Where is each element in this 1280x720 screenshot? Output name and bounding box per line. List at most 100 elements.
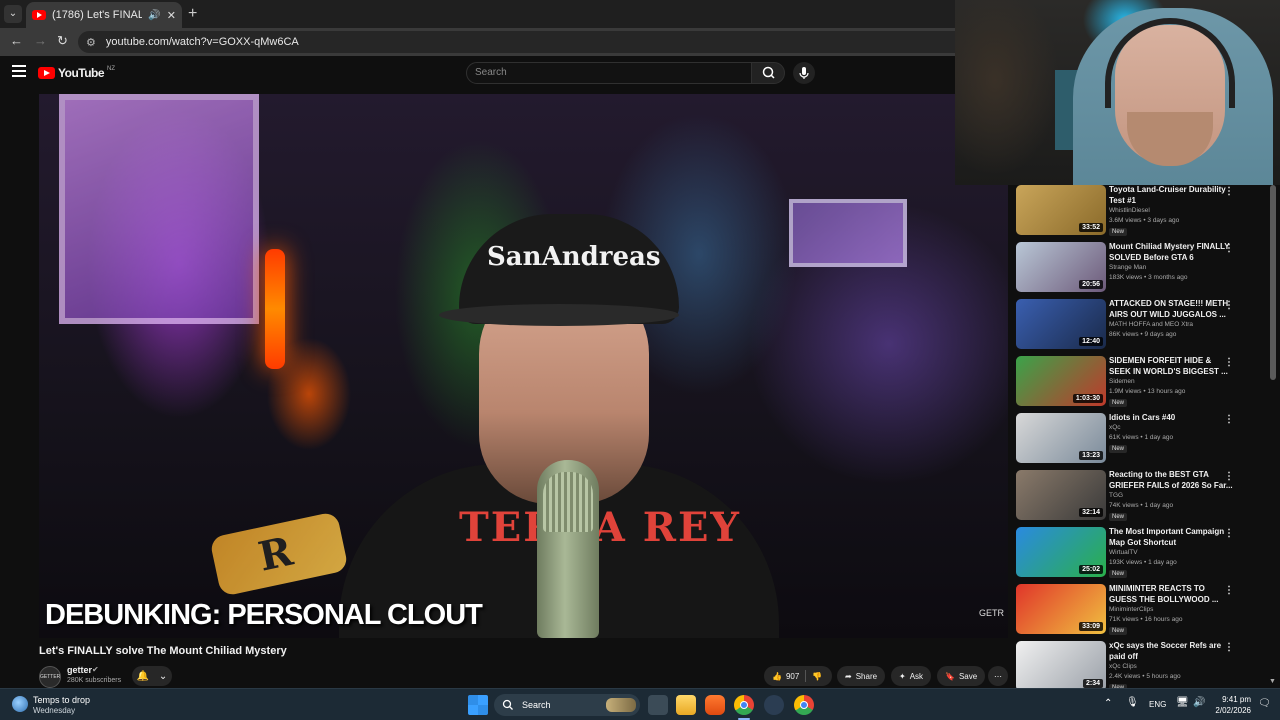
recommended-channel-name[interactable]: WirtualTV bbox=[1109, 549, 1138, 556]
more-options-icon[interactable]: ⋮ bbox=[1224, 243, 1234, 254]
video-thumbnail[interactable]: 2:34 bbox=[1016, 641, 1106, 688]
recommended-video[interactable]: 20:56 Mount Chiliad Mystery FINALLY SOLVE… bbox=[1015, 242, 1270, 294]
video-thumbnail[interactable]: 1:03:30 bbox=[1016, 356, 1106, 406]
video-thumbnail[interactable]: 20:56 bbox=[1016, 242, 1106, 292]
recommended-video-meta: 2.4K views • 5 hours ago bbox=[1109, 673, 1181, 680]
video-thumbnail[interactable]: 33:09 bbox=[1016, 584, 1106, 634]
recommended-channel-name[interactable]: Strange Man bbox=[1109, 264, 1146, 271]
ask-button[interactable]: ✦ Ask bbox=[891, 666, 932, 686]
recommended-channel-name[interactable]: xQc bbox=[1109, 424, 1121, 431]
rockstar-sign-letter: R bbox=[254, 527, 297, 581]
scroll-down-icon[interactable]: ▼ bbox=[1269, 678, 1276, 685]
recommended-channel-name[interactable]: MiniminterClips bbox=[1109, 606, 1153, 613]
recommended-video-title[interactable]: ATTACKED ON STAGE!!! METH AIRS OUT WILD … bbox=[1109, 299, 1234, 320]
new-badge: New bbox=[1109, 513, 1128, 521]
chrome-icon[interactable] bbox=[734, 695, 754, 715]
recommended-channel-name[interactable]: xQc Clips bbox=[1109, 663, 1137, 670]
more-options-icon[interactable]: ⋮ bbox=[1224, 585, 1234, 596]
brave-browser-icon[interactable] bbox=[705, 695, 725, 715]
more-options-icon[interactable]: ⋮ bbox=[1224, 528, 1234, 539]
recommended-video-title[interactable]: SIDEMEN FORFEIT HIDE & SEEK IN WORLD'S B… bbox=[1109, 356, 1234, 377]
new-tab-button[interactable]: + bbox=[188, 5, 197, 23]
subscribed-notification-button[interactable]: 🔔 ⌄ bbox=[132, 666, 172, 686]
tab-close-icon[interactable]: ✕ bbox=[167, 9, 176, 22]
more-options-icon[interactable]: ⋮ bbox=[1224, 471, 1234, 482]
recommended-video[interactable]: 12:40 ATTACKED ON STAGE!!! METH AIRS OUT … bbox=[1015, 299, 1270, 351]
share-button[interactable]: ➦ Share bbox=[837, 666, 886, 686]
microphone-icon bbox=[799, 67, 809, 79]
chevron-up-icon[interactable]: ⌃ bbox=[1104, 698, 1112, 709]
recommended-channel-name[interactable]: Sidemen bbox=[1109, 378, 1135, 385]
recommended-channel-name[interactable]: TGG bbox=[1109, 492, 1123, 499]
network-icon[interactable]: 🖥 bbox=[1176, 697, 1189, 708]
more-options-icon[interactable]: ⋮ bbox=[1224, 300, 1234, 311]
recommended-video[interactable]: 25:02 The Most Important Campaign Map Got… bbox=[1015, 527, 1270, 579]
weather-title[interactable]: Temps to drop bbox=[33, 695, 90, 705]
search-button[interactable] bbox=[751, 62, 785, 84]
recommended-video[interactable]: 2:34 xQc says the Soccer Refs are paid of… bbox=[1015, 641, 1270, 688]
recommended-video-title[interactable]: Mount Chiliad Mystery FINALLY SOLVED Bef… bbox=[1109, 242, 1234, 263]
taskbar-search[interactable]: Search bbox=[494, 694, 640, 716]
search-input[interactable]: Search bbox=[466, 62, 752, 84]
tab-search-button[interactable]: ⌄ bbox=[4, 5, 22, 23]
video-thumbnail[interactable]: 25:02 bbox=[1016, 527, 1106, 577]
file-explorer-icon[interactable] bbox=[676, 695, 696, 715]
video-player[interactable]: R SanAndreas TERRA REY DEBUNKING: PERSON… bbox=[39, 94, 1008, 638]
forward-arrow-icon[interactable]: → bbox=[34, 33, 47, 48]
more-options-icon[interactable]: ⋮ bbox=[1224, 414, 1234, 425]
voice-search-button[interactable] bbox=[793, 62, 815, 84]
dislike-button[interactable]: 👎 bbox=[812, 672, 822, 681]
more-icon: ⋯ bbox=[994, 671, 1002, 681]
clock-date[interactable]: 2/02/2026 bbox=[1207, 706, 1251, 715]
video-thumbnail[interactable]: 32:14 bbox=[1016, 470, 1106, 520]
volume-icon[interactable]: 🔊 bbox=[1193, 697, 1205, 708]
speaker-icon[interactable]: 🔊 bbox=[148, 10, 160, 21]
cap-text: SanAndreas bbox=[487, 242, 661, 272]
clock-time[interactable]: 9:41 pm bbox=[1215, 695, 1251, 704]
recommended-video-title[interactable]: Toyota Land-Cruiser Durability Test #1 bbox=[1109, 185, 1234, 206]
recommended-video-title[interactable]: Reacting to the BEST GTA GRIEFER FAILS o… bbox=[1109, 470, 1234, 491]
browser-tab[interactable]: (1786) Let's FINALLY solve T 🔊 ✕ bbox=[26, 2, 182, 28]
task-view-icon[interactable] bbox=[648, 695, 668, 715]
recommended-channel-name[interactable]: WhistlinDiesel bbox=[1109, 207, 1150, 214]
language-indicator[interactable]: ENG bbox=[1149, 700, 1166, 709]
channel-name[interactable]: getter bbox=[67, 665, 92, 675]
recommended-video[interactable]: 33:09 MINIMINTER REACTS TO GUESS THE BOLL… bbox=[1015, 584, 1270, 636]
recommended-video[interactable]: 33:52 Toyota Land-Cruiser Durability Test… bbox=[1015, 185, 1270, 237]
video-thumbnail[interactable]: 33:52 bbox=[1016, 185, 1106, 235]
video-thumbnail[interactable]: 12:40 bbox=[1016, 299, 1106, 349]
youtube-logo[interactable]: YouTube NZ bbox=[38, 66, 115, 80]
recommended-video-title[interactable]: MINIMINTER REACTS TO GUESS THE BOLLYWOOD… bbox=[1109, 584, 1234, 605]
hamburger-menu-icon[interactable] bbox=[12, 65, 26, 77]
back-arrow-icon[interactable]: ← bbox=[10, 33, 23, 48]
recommended-channel-name[interactable]: MATH HOFFA and MEO Xtra bbox=[1109, 321, 1193, 328]
recommended-video[interactable]: 1:03:30 SIDEMEN FORFEIT HIDE & SEEK IN WO… bbox=[1015, 356, 1270, 408]
chrome-center bbox=[740, 701, 748, 709]
chrome-profile-icon[interactable] bbox=[794, 695, 814, 715]
recommended-video-title[interactable]: Idiots in Cars #40 bbox=[1109, 413, 1234, 424]
recommended-video[interactable]: 32:14 Reacting to the BEST GTA GRIEFER FA… bbox=[1015, 470, 1270, 522]
more-options-icon[interactable]: ⋮ bbox=[1224, 357, 1234, 368]
recommended-video-title[interactable]: The Most Important Campaign Map Got Shor… bbox=[1109, 527, 1234, 548]
reload-icon[interactable]: ↻ bbox=[57, 33, 68, 49]
recommended-video[interactable]: 13:23 Idiots in Cars #40 xQc 61K views • 1 … bbox=[1015, 413, 1270, 465]
save-button[interactable]: 🔖 Save bbox=[937, 666, 986, 686]
share-icon: ➦ bbox=[845, 671, 852, 681]
url-field[interactable]: ⚙ youtube.com/watch?v=GOXX-qMw6CA bbox=[78, 31, 955, 53]
weather-icon[interactable] bbox=[12, 696, 28, 712]
site-info-icon[interactable]: ⚙ bbox=[86, 36, 96, 49]
video-thumbnail[interactable]: 13:23 bbox=[1016, 413, 1106, 463]
windows-start-icon[interactable] bbox=[468, 695, 488, 715]
recommended-video-title[interactable]: xQc says the Soccer Refs are paid off bbox=[1109, 641, 1234, 662]
like-button[interactable]: 👍 907 bbox=[772, 672, 799, 681]
steam-icon[interactable] bbox=[764, 695, 784, 715]
microphone-icon[interactable]: 🎙 bbox=[1126, 697, 1139, 708]
avatar[interactable]: GETTER bbox=[39, 666, 61, 688]
more-options-icon[interactable]: ⋮ bbox=[1224, 186, 1234, 197]
scrollbar-thumb[interactable] bbox=[1270, 185, 1276, 380]
thumbs-up-icon: 👍 bbox=[772, 671, 782, 681]
notification-icon[interactable]: 🗨 bbox=[1258, 698, 1271, 709]
duration-badge: 33:52 bbox=[1079, 223, 1103, 232]
more-actions-button[interactable]: ⋯ bbox=[988, 666, 1008, 686]
more-options-icon[interactable]: ⋮ bbox=[1224, 642, 1234, 653]
